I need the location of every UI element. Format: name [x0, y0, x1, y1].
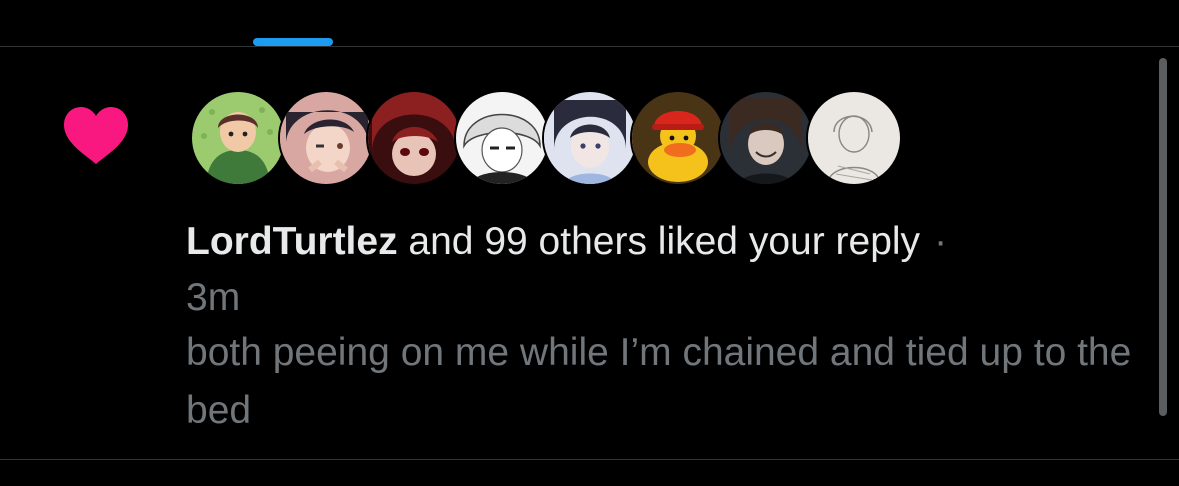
bottom-divider: [0, 459, 1179, 460]
avatar[interactable]: [366, 90, 462, 186]
avatar[interactable]: [542, 90, 638, 186]
reply-preview[interactable]: both peeing on me while I’m chained and …: [186, 324, 1146, 440]
avatar[interactable]: [630, 90, 726, 186]
avatar[interactable]: [278, 90, 374, 186]
avatar[interactable]: [718, 90, 814, 186]
avatar[interactable]: [806, 90, 902, 186]
timestamp: 3m: [186, 276, 241, 319]
avatar[interactable]: [454, 90, 550, 186]
scrollbar[interactable]: [1159, 58, 1167, 416]
like-summary: LordTurtlez and 99 others liked your rep…: [186, 214, 1146, 326]
separator-dot: ·: [934, 220, 948, 263]
like-action-text: and 99 others liked your reply: [397, 220, 921, 263]
active-tab-indicator: [253, 38, 333, 46]
liker-name[interactable]: LordTurtlez: [186, 220, 398, 263]
heart-icon: [64, 107, 128, 164]
avatar[interactable]: [190, 90, 286, 186]
